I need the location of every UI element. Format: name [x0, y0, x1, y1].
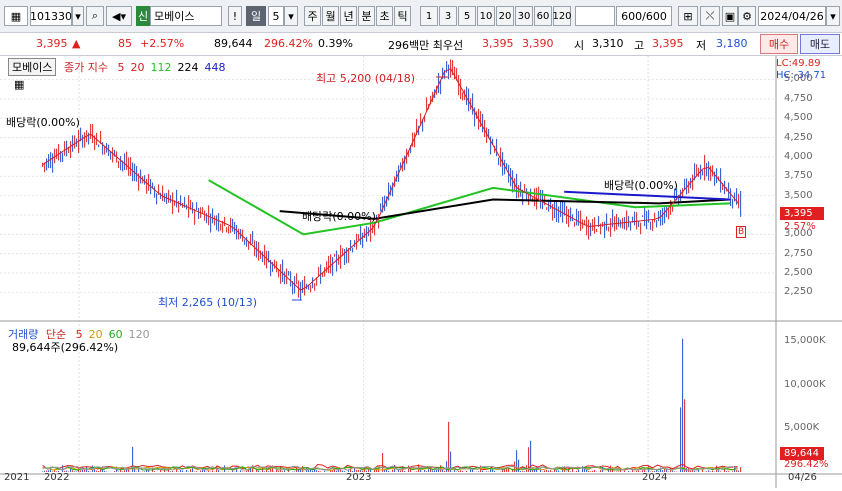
date-dropdown-icon[interactable]: ▾	[826, 6, 840, 26]
toolbar: ▦ 101330 ▾ ⌕ ◀▾ 신 모베이스 ! 일 5 ▾ 주월년분초틱 13…	[0, 0, 842, 33]
x-label-3: 2024	[642, 472, 668, 483]
speaker-icon[interactable]: ◀▾	[106, 6, 132, 26]
code-input[interactable]: 101330	[30, 6, 72, 26]
count-field[interactable]: 600/600	[616, 6, 672, 26]
code-dropdown-icon[interactable]: ▾	[72, 6, 84, 26]
amount-label: 296백만 최우선	[388, 39, 464, 52]
turnover: 0.39%	[318, 37, 353, 50]
volume-ratio: 296.42%	[264, 37, 313, 50]
period-4[interactable]: 초	[376, 6, 393, 26]
y-tick-2: 4,500	[784, 112, 813, 124]
period-day-button[interactable]: 일	[246, 6, 266, 26]
interval-30[interactable]: 30	[515, 6, 533, 26]
volume-y-tick-1: 10,000K	[784, 378, 826, 390]
max-price-label: 최고 5,200 (04/18)	[316, 72, 416, 85]
period-2[interactable]: 년	[340, 6, 357, 26]
x-label-2: 2023	[346, 472, 372, 483]
change-value: 85	[118, 37, 132, 50]
ma-label-224: 224	[177, 61, 199, 74]
settings-gear-icon[interactable]: ⚙	[738, 6, 756, 26]
low-price: 3,180	[716, 37, 748, 50]
y-tick-9: 2,750	[784, 247, 813, 259]
y-tick-4: 4,000	[784, 150, 813, 162]
price-legend: 모베이스 종가 지수 5 20 112 224 448	[8, 58, 225, 76]
change-arrow: ▲	[72, 37, 81, 50]
dividend-label-2: 배당락(0.00%)	[302, 210, 376, 223]
min-price-label: 최저 2,265 (10/13)	[158, 296, 258, 309]
stock-grid-icon[interactable]: ▦	[4, 6, 28, 26]
volume-ma-120: 120	[128, 328, 150, 341]
alert-icon[interactable]: !	[228, 6, 242, 26]
price-tag: 3,395	[780, 207, 824, 220]
x-label-4: 04/26	[788, 472, 817, 483]
bid-price: 3,390	[522, 37, 554, 50]
compare-icon[interactable]: ⤬	[700, 6, 720, 26]
date-field[interactable]: 2024/04/26	[758, 6, 826, 26]
ma-label-448: 448	[204, 61, 226, 74]
y-tick-3: 4,250	[784, 131, 813, 143]
ask-price: 3,395	[482, 37, 514, 50]
volume-info: 89,644주(296.42%)	[12, 341, 119, 354]
stock-name-field[interactable]: 모베이스	[150, 6, 222, 26]
y-tick-1: 4,750	[784, 92, 813, 104]
current-price: 3,395	[36, 37, 68, 50]
volume-y-tick-2: 5,000K	[784, 422, 820, 434]
interval-10[interactable]: 10	[477, 6, 495, 26]
sell-button[interactable]: 매도	[800, 34, 840, 54]
ma-label-20: 20	[130, 61, 145, 74]
chart-area[interactable]: 모베이스 종가 지수 5 20 112 224 448 LC:49.89 HC:-34.…	[0, 56, 842, 488]
interval-120[interactable]: 120	[552, 6, 572, 26]
volume-pct-tag: 296.42%	[784, 459, 829, 470]
status-bar: 3,395 ▲ 85 +2.57% 89,644 296.42% 0.39% 2…	[0, 33, 842, 56]
ma-label-5: 5	[117, 61, 125, 74]
volume-value: 89,644	[214, 37, 253, 50]
save-icon[interactable]: ▣	[722, 6, 738, 26]
x-label-1: 2022	[44, 472, 70, 483]
period-1[interactable]: 월	[322, 6, 339, 26]
buy-button[interactable]: 매수	[760, 34, 798, 54]
count-spacer	[575, 6, 615, 26]
y-tick-6: 3,500	[784, 189, 813, 201]
search-icon[interactable]: ⌕	[86, 6, 104, 26]
interval-1[interactable]: 1	[420, 6, 438, 26]
interval-5[interactable]: 5	[458, 6, 476, 26]
low-label: 저	[696, 39, 707, 52]
calendar-icon[interactable]: ▦	[14, 78, 24, 91]
change-pct: +2.57%	[140, 37, 185, 50]
y-tick-11: 2,250	[784, 286, 813, 298]
open-label: 시	[574, 39, 585, 52]
x-label-0: 2021	[4, 472, 30, 483]
period-dropdown-icon[interactable]: ▾	[284, 6, 298, 26]
marker-b: B	[736, 226, 747, 238]
high-price: 3,395	[652, 37, 684, 50]
y-tick-10: 2,500	[784, 267, 813, 279]
period-5[interactable]: 틱	[394, 6, 411, 26]
y-tick-0: 5,000	[784, 73, 813, 85]
y-tick-5: 3,750	[784, 170, 813, 182]
volume-y-tick-0: 15,000K	[784, 334, 826, 346]
interval-3[interactable]: 3	[439, 6, 457, 26]
period-num[interactable]: 5	[268, 6, 284, 26]
lc-label: LC:49.89	[776, 58, 821, 69]
interval-60[interactable]: 60	[534, 6, 552, 26]
period-3[interactable]: 분	[358, 6, 375, 26]
market-badge: 신	[136, 6, 150, 26]
chart-type-icon[interactable]: ⊞	[678, 6, 698, 26]
pct-tag: 2.57%	[784, 221, 816, 232]
interval-20[interactable]: 20	[496, 6, 514, 26]
stock-chip[interactable]: 모베이스	[8, 58, 57, 76]
dividend-label-1: 배당락(0.00%)	[6, 116, 80, 129]
dividend-label-3: 배당락(0.00%)	[604, 179, 678, 192]
high-label: 고	[634, 39, 645, 52]
legend-title: 종가 지수	[63, 61, 108, 74]
period-0[interactable]: 주	[304, 6, 321, 26]
ma-label-112: 112	[150, 61, 172, 74]
open-price: 3,310	[592, 37, 624, 50]
price-volume-plot[interactable]	[0, 56, 842, 488]
